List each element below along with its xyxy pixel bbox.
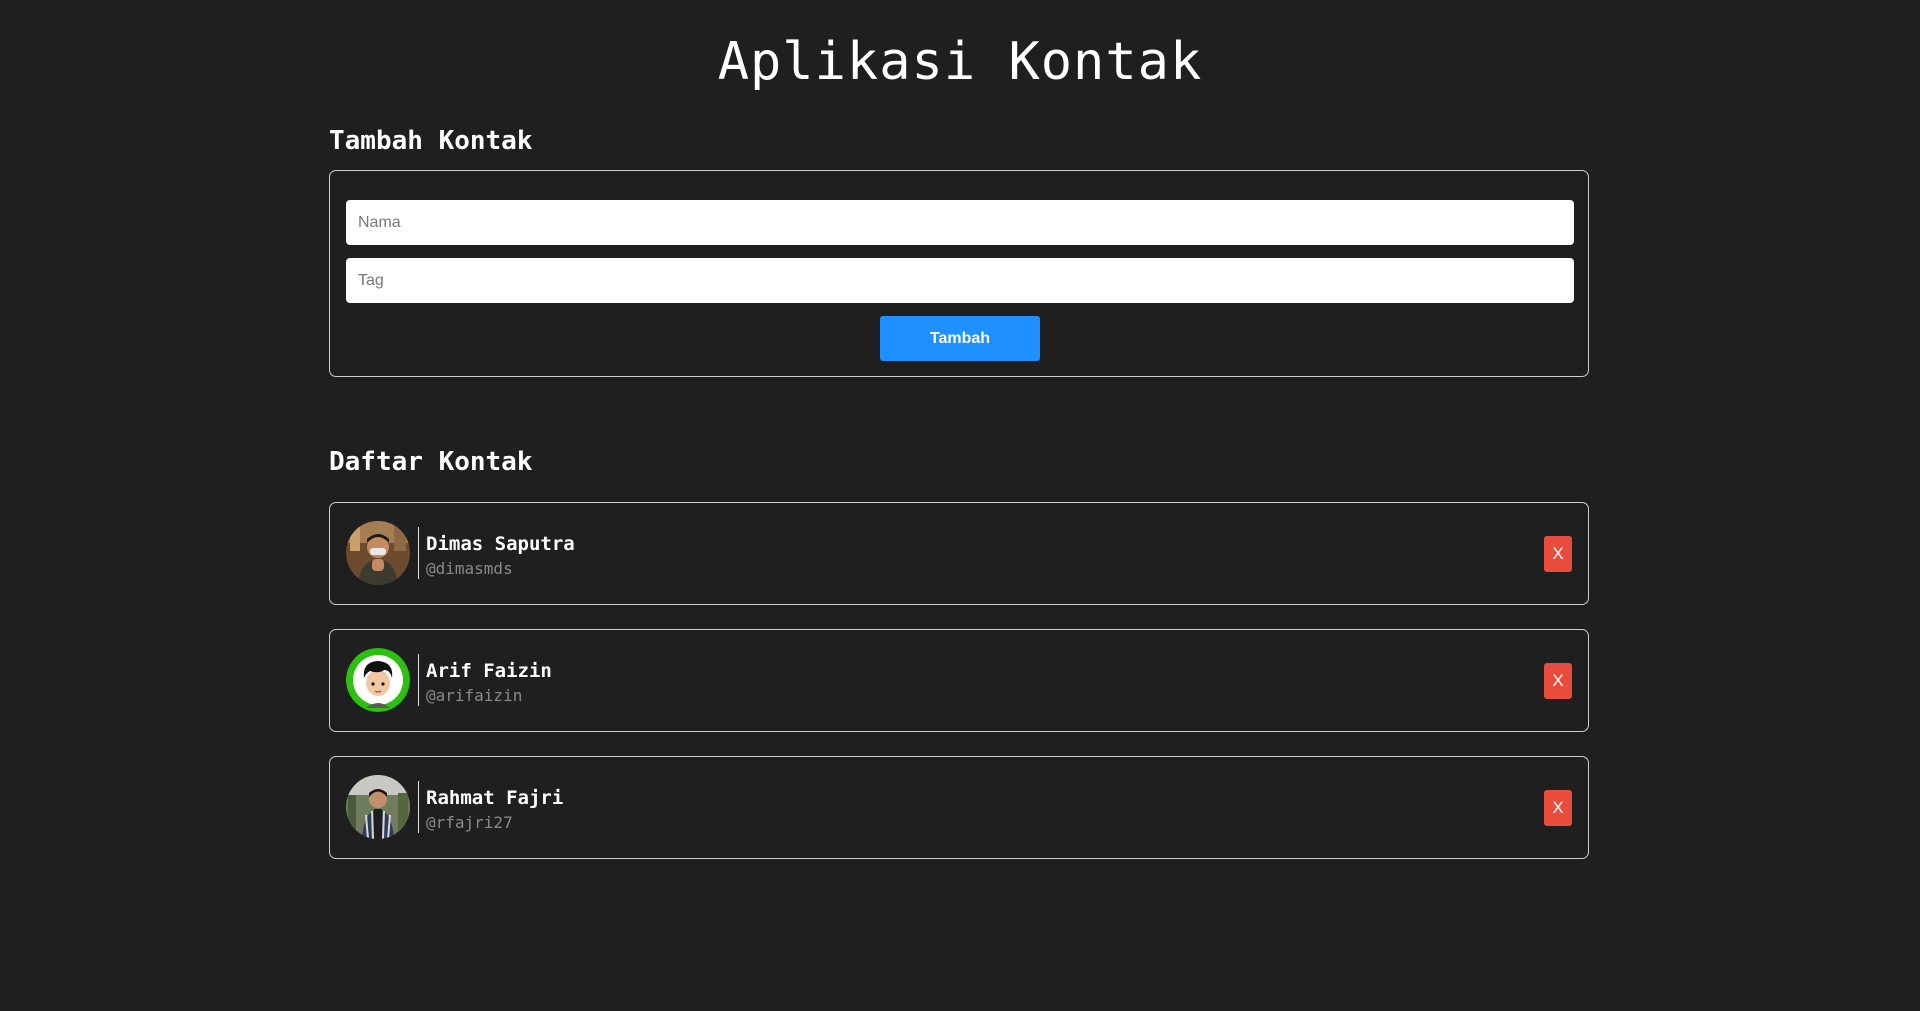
delete-contact-button[interactable]: X [1544,790,1572,826]
cartoon-avatar-icon [346,648,410,712]
add-contact-form: Tambah [329,170,1589,377]
contact-tag: @rfajri27 [426,813,513,832]
contact-name: Dimas Saputra [426,533,575,555]
app-title: Aplikasi Kontak [717,32,1203,92]
contact-app-page: Aplikasi Kontak Tambah Kontak Tambah Daf… [0,0,1920,1011]
contact-item: Dimas Saputra @dimasmds X [329,502,1589,605]
contact-item: Rahmat Fajri @rfajri27 X [329,756,1589,859]
add-contact-heading: Tambah Kontak [329,126,533,156]
contact-item: Arif Faizin @arifaizin X [329,629,1589,732]
avatar-divider [418,781,419,833]
delete-contact-button[interactable]: X [1544,536,1572,572]
contact-tag: @dimasmds [426,559,513,578]
contact-tag: @arifaizin [426,686,523,705]
photo-avatar-icon [346,775,410,839]
avatar-divider [418,527,419,579]
contact-list-heading: Daftar Kontak [329,447,533,477]
photo-avatar-icon [346,521,410,585]
add-contact-button[interactable]: Tambah [880,316,1040,361]
name-input[interactable] [346,200,1574,245]
tag-input[interactable] [346,258,1574,303]
delete-contact-button[interactable]: X [1544,663,1572,699]
contact-name: Arif Faizin [426,660,552,682]
contact-name: Rahmat Fajri [426,787,564,809]
avatar-divider [418,654,419,706]
